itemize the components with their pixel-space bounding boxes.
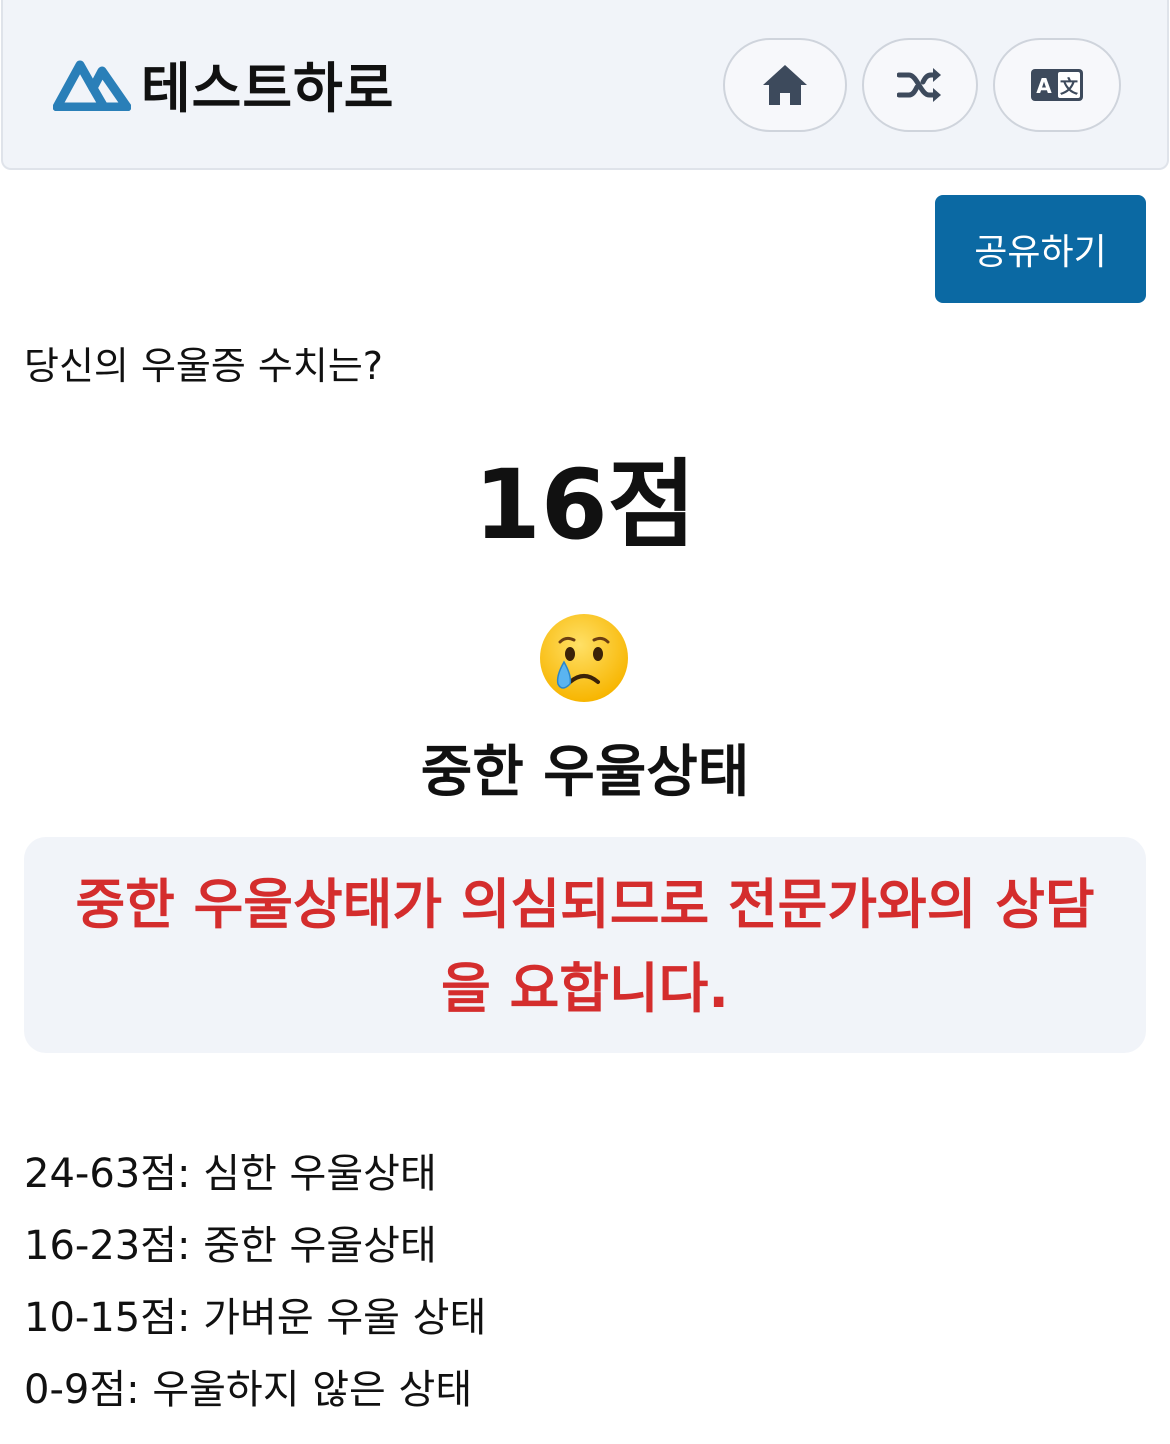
scale-item: 0-9점: 우울하지 않은 상태 <box>24 1367 473 1413</box>
brand-logo-icon <box>53 60 131 111</box>
brand-home-link[interactable]: 테스트하로 <box>53 48 394 120</box>
share-button[interactable]: 공유하기 <box>935 195 1146 303</box>
svg-text:A: A <box>1036 74 1052 98</box>
result-question: 당신의 우울증 수치는? <box>24 344 383 388</box>
crying-face-icon <box>540 614 628 702</box>
top-header: 테스트하로 A 文 <box>1 0 1169 170</box>
advice-box: 중한 우울상태가 의심되므로 전문가와의 상담을 요합니다. <box>24 837 1146 1053</box>
scale-item: 10-15점: 가벼운 우울 상태 <box>24 1295 487 1341</box>
svg-text:文: 文 <box>1060 76 1079 98</box>
language-button[interactable]: A 文 <box>993 38 1121 132</box>
advice-text: 중한 우울상태가 의심되므로 전문가와의 상담을 요합니다. <box>75 873 1095 1020</box>
score-scale-list: 24-63점: 심한 우울상태 16-23점: 중한 우울상태 10-15점: … <box>24 1138 486 1426</box>
brand-name: 테스트하로 <box>141 56 395 120</box>
scale-item: 16-23점: 중한 우울상태 <box>24 1223 437 1269</box>
shuffle-icon <box>897 68 941 102</box>
scale-item: 24-63점: 심한 우울상태 <box>24 1151 437 1197</box>
random-test-button[interactable] <box>862 38 978 132</box>
score-value: 16점 <box>474 449 696 561</box>
result-title: 중한 우울상태 <box>420 740 750 805</box>
translate-icon: A 文 <box>1031 69 1083 101</box>
home-button[interactable] <box>723 38 847 132</box>
home-icon <box>763 65 807 105</box>
